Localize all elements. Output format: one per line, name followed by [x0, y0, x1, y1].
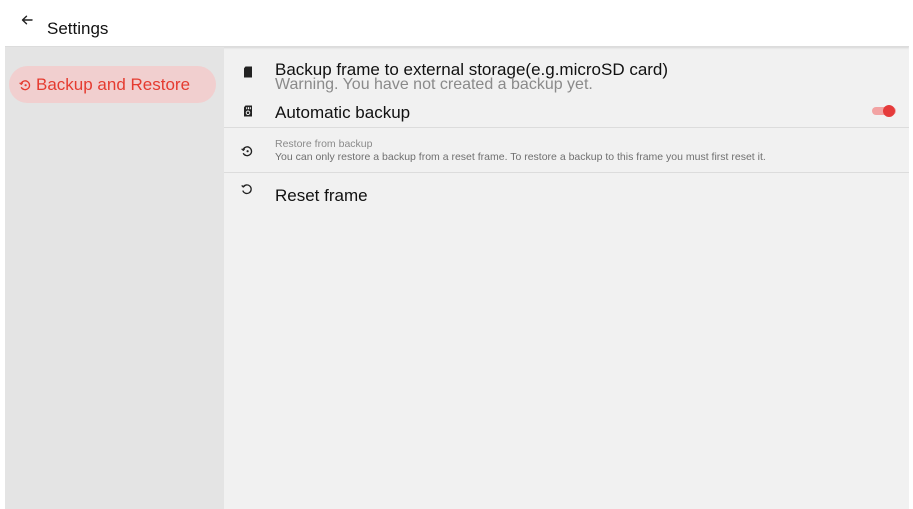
- arrow-left-icon: [21, 15, 33, 25]
- backup-external-row[interactable]: Backup frame to external storage(e.g.mic…: [224, 47, 909, 97]
- sidebar-item-label: Backup and Restore: [36, 75, 191, 94]
- app-header: Settings: [5, 0, 909, 47]
- restore-from-backup-row[interactable]: Restore from backup You can only restore…: [224, 128, 909, 172]
- toggle-knob: [883, 105, 895, 117]
- restore-description: You can only restore a backup from a res…: [275, 151, 766, 163]
- automatic-backup-row[interactable]: Automatic backup: [224, 97, 909, 127]
- reset-icon: [241, 184, 252, 195]
- automatic-backup-toggle[interactable]: [872, 104, 896, 118]
- settings-content: Backup frame to external storage(e.g.mic…: [224, 47, 909, 509]
- restore-icon: [241, 146, 253, 157]
- settings-window: Settings Backup and Restore Backup frame…: [5, 0, 909, 509]
- sd-card-backup-icon: [244, 105, 252, 117]
- reset-frame-label: Reset frame: [275, 186, 368, 205]
- sd-card-icon: [244, 66, 252, 78]
- reset-frame-row[interactable]: Reset frame: [224, 173, 909, 207]
- restore-icon: [19, 80, 31, 91]
- back-button[interactable]: [20, 13, 36, 31]
- automatic-backup-label: Automatic backup: [275, 103, 411, 122]
- restore-title: Restore from backup: [275, 138, 373, 150]
- sidebar: Backup and Restore: [5, 47, 224, 509]
- backup-warning-text: Warning. You have not created a backup y…: [275, 76, 593, 93]
- page-title: Settings: [47, 19, 109, 38]
- sidebar-item-backup-and-restore[interactable]: Backup and Restore: [9, 66, 216, 103]
